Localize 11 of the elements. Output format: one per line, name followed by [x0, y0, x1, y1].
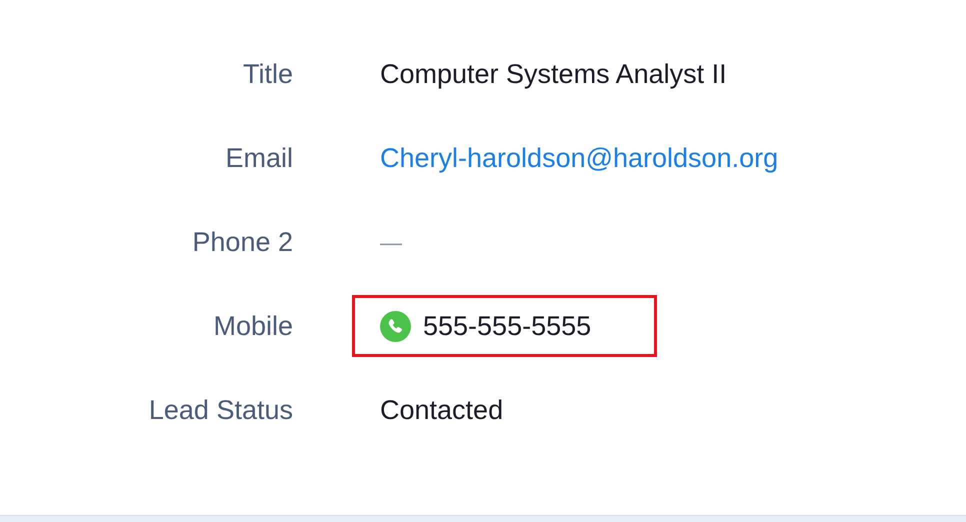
field-label: Title [242, 58, 293, 89]
field-label: Lead Status [148, 394, 293, 425]
phone-icon[interactable] [380, 310, 411, 342]
field-value: Computer Systems Analyst II [380, 58, 727, 91]
phone-number: 555-555-5555 [423, 310, 592, 343]
field-value: Contacted [380, 394, 504, 427]
field-label: Mobile [213, 310, 293, 341]
email-link[interactable]: Cheryl-haroldson@haroldson.org [380, 138, 778, 178]
field-label: Phone 2 [192, 226, 293, 257]
field-value: — [380, 228, 402, 256]
field-label: Email [225, 142, 293, 173]
